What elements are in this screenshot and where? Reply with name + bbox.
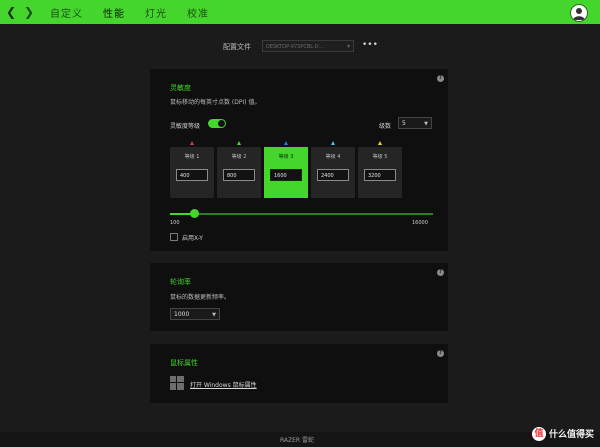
back-arrow-icon[interactable]: ❮: [2, 0, 20, 24]
top-nav-bar: ❮ ❯ 自定义 性能 灯光 校准: [0, 0, 600, 24]
mouse-properties-title: 鼠标属性: [170, 359, 198, 367]
tab-customize[interactable]: 自定义: [50, 5, 83, 20]
footer-bar: RAZER 雷蛇: [0, 432, 600, 447]
stage-2[interactable]: 等级 2 800: [217, 147, 261, 198]
tab-lighting[interactable]: 灯光: [145, 5, 167, 20]
user-avatar-icon[interactable]: [570, 4, 588, 22]
dpi-slider-thumb[interactable]: [190, 209, 200, 218]
stage-4-marker-icon: [331, 141, 335, 145]
stage-4-name: 等级 4: [325, 154, 341, 160]
sensitivity-card: ? 灵敏度 鼠标移动的每英寸点数 (DPI) 值。 灵敏度等级 级数 5 ▼ 等…: [150, 69, 448, 251]
stage-5-name: 等级 5: [372, 154, 388, 160]
watermark: 值什么值得买: [531, 427, 594, 441]
dpi-slider-min: 100: [170, 220, 180, 226]
stage-2-marker-icon: [237, 141, 241, 145]
stage-1[interactable]: 等级 1 400: [170, 147, 214, 198]
chevron-down-icon: ▼: [212, 312, 216, 318]
toggle-knob: [218, 120, 225, 127]
help-icon[interactable]: ?: [437, 350, 444, 357]
enable-xy-label: 启用X-Y: [182, 235, 203, 242]
polling-rate-select[interactable]: 1000 ▼: [170, 308, 220, 320]
polling-description: 鼠标的数据更新频率。: [170, 294, 231, 301]
stage-3[interactable]: 等级 3 1600: [264, 147, 308, 198]
stage-5-dpi-input[interactable]: 3200: [364, 169, 396, 181]
polling-rate-value: 1000: [174, 311, 190, 318]
polling-title: 轮询率: [170, 278, 191, 286]
stages-toggle[interactable]: [208, 119, 226, 128]
windows-logo-icon: [170, 376, 184, 390]
chevron-down-icon: ▾: [346, 43, 350, 50]
levels-value: 5: [402, 120, 406, 127]
enable-xy-checkbox[interactable]: [170, 233, 178, 241]
stage-1-marker-icon: [190, 141, 194, 145]
mouse-properties-card: ? 鼠标属性 打开 Windows 鼠标属性: [150, 344, 448, 403]
tab-performance[interactable]: 性能: [103, 5, 125, 20]
help-icon[interactable]: ?: [437, 269, 444, 276]
dpi-slider-max: 16000: [412, 220, 428, 226]
stage-3-dpi-input[interactable]: 1600: [270, 169, 302, 181]
polling-card: ? 轮询率 鼠标的数据更新频率。 1000 ▼: [150, 263, 448, 331]
stage-4-dpi-input[interactable]: 2400: [317, 169, 349, 181]
footer-brand: RAZER 雷蛇: [280, 437, 315, 444]
stage-2-dpi-input[interactable]: 800: [223, 169, 255, 181]
levels-select[interactable]: 5 ▼: [398, 117, 432, 129]
stage-1-name: 等级 1: [184, 154, 200, 160]
open-windows-mouse-properties-link[interactable]: 打开 Windows 鼠标属性: [190, 380, 257, 389]
stage-5[interactable]: 等级 5 3200: [358, 147, 402, 198]
chevron-down-icon: ▼: [424, 121, 428, 127]
sensitivity-description: 鼠标移动的每英寸点数 (DPI) 值。: [170, 99, 261, 106]
profile-select[interactable]: DESKTOP-973PCBL-D... ▾: [262, 40, 354, 52]
stage-2-name: 等级 2: [231, 154, 247, 160]
watermark-text: 什么值得买: [548, 429, 594, 440]
dpi-slider-track[interactable]: [170, 213, 433, 215]
watermark-badge-icon: 值: [531, 427, 546, 441]
tab-calibration[interactable]: 校准: [187, 5, 209, 20]
profile-label: 配置文件: [223, 43, 251, 51]
forward-arrow-icon[interactable]: ❯: [20, 0, 38, 24]
stage-3-marker-icon: [284, 141, 288, 145]
stage-3-name: 等级 3: [278, 154, 294, 160]
help-icon[interactable]: ?: [437, 75, 444, 82]
sensitivity-title: 灵敏度: [170, 84, 191, 92]
stage-5-marker-icon: [378, 141, 382, 145]
profile-value: DESKTOP-973PCBL-D...: [266, 44, 324, 50]
stages-toggle-label: 灵敏度等级: [170, 123, 201, 130]
stage-4[interactable]: 等级 4 2400: [311, 147, 355, 198]
profile-row: 配置文件 DESKTOP-973PCBL-D... ▾ •••: [0, 40, 600, 54]
levels-label: 级数: [379, 123, 392, 130]
more-options-icon[interactable]: •••: [362, 40, 378, 50]
stage-1-dpi-input[interactable]: 400: [176, 169, 208, 181]
